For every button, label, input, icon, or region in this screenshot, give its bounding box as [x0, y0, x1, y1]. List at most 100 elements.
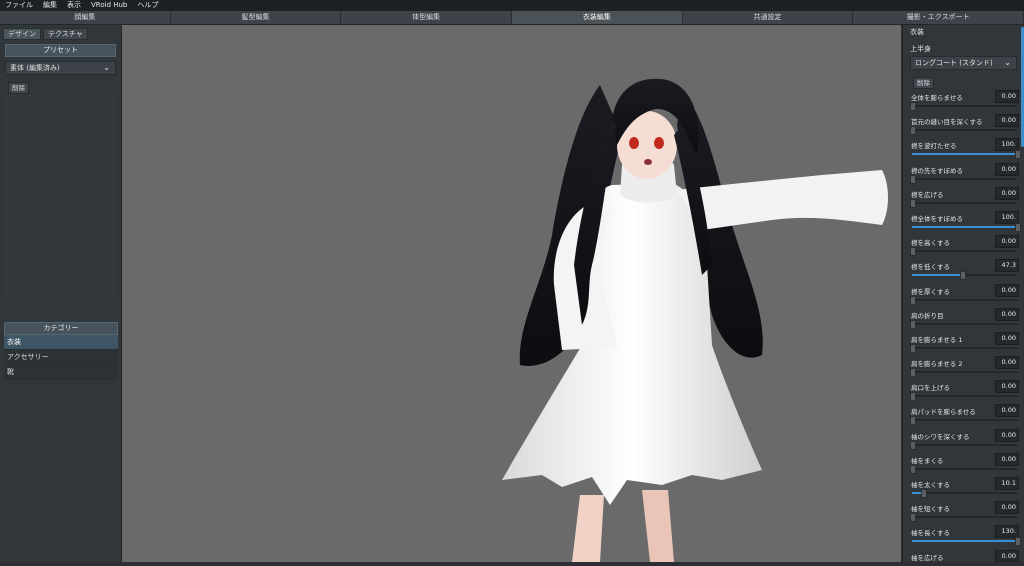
parameter-slider[interactable] [912, 371, 1017, 373]
slider-handle[interactable] [1015, 537, 1021, 546]
tab-outfit-edit[interactable]: 衣装編集 [512, 11, 683, 24]
parameter-slider[interactable] [912, 105, 1017, 107]
parameter-label: 全体を膨らませる [911, 92, 963, 102]
parameter-value-field[interactable]: 0.00 [995, 380, 1019, 393]
parameter-row: 袖を短くする0.00 [903, 500, 1024, 524]
parameter-value-field[interactable]: 0.00 [995, 453, 1019, 466]
parameter-value-field[interactable]: 0.00 [995, 187, 1019, 200]
parameter-value-field[interactable]: 0.00 [995, 332, 1019, 345]
parameter-slider[interactable] [912, 129, 1017, 131]
slider-fill [912, 540, 1017, 542]
left-subtabs: デザイン テクスチャ [0, 25, 121, 40]
tab-common-settings[interactable]: 共通設定 [683, 11, 854, 24]
chevron-down-icon: ⌄ [1004, 57, 1011, 69]
parameter-row: 肩を膨らませる 1 0.00 [903, 331, 1024, 355]
subtab-design[interactable]: デザイン [3, 28, 41, 40]
parameter-value-field[interactable]: 0.00 [995, 356, 1019, 369]
menu-file[interactable]: ファイル [0, 0, 38, 11]
item-dropdown-value: ロングコート (スタンド) [915, 59, 993, 67]
tab-face-edit[interactable]: 顔編集 [0, 11, 171, 24]
parameter-slider[interactable] [912, 226, 1017, 228]
menu-help[interactable]: ヘルプ [132, 0, 163, 11]
parameter-label: 襟を厚くする [911, 286, 950, 296]
slider-handle[interactable] [910, 441, 916, 450]
parameter-slider[interactable] [912, 250, 1017, 252]
parameter-slider[interactable] [912, 323, 1017, 325]
parameter-label: 襟を広げる [911, 189, 944, 199]
slider-handle[interactable] [910, 199, 916, 208]
menu-edit[interactable]: 編集 [38, 0, 62, 11]
tab-body-edit[interactable]: 体型編集 [341, 11, 512, 24]
slider-handle[interactable] [910, 368, 916, 377]
parameter-value-field[interactable]: 0.00 [995, 308, 1019, 321]
slider-handle[interactable] [960, 271, 966, 280]
parameter-label: 襟を高くする [911, 237, 950, 247]
parameter-value-field[interactable]: 0.00 [995, 404, 1019, 417]
parameter-row: 襟を高くする 0.00 [903, 234, 1024, 258]
slider-handle[interactable] [910, 513, 916, 522]
parameter-label: 肩口を上げる [911, 382, 950, 392]
slider-handle[interactable] [1015, 150, 1021, 159]
menu-vroid-hub[interactable]: VRoid Hub [86, 0, 132, 11]
slider-handle[interactable] [910, 126, 916, 135]
parameter-value-field[interactable]: 0.00 [995, 284, 1019, 297]
slider-handle[interactable] [910, 392, 916, 401]
slider-handle[interactable] [910, 296, 916, 305]
parameter-value-field[interactable]: 0.00 [995, 501, 1019, 514]
parameter-slider[interactable] [912, 516, 1017, 518]
slider-fill [912, 226, 1017, 228]
group-label: 上半身 [903, 39, 1024, 54]
slider-handle[interactable] [910, 247, 916, 256]
tab-hair-edit[interactable]: 髪型編集 [171, 11, 342, 24]
parameter-label: 襟の先をすぼめる [911, 165, 963, 175]
item-dropdown[interactable]: ロングコート (スタンド) ⌄ [910, 56, 1017, 70]
parameter-slider[interactable] [912, 395, 1017, 397]
parameter-slider[interactable] [912, 540, 1017, 542]
slider-handle[interactable] [910, 465, 916, 474]
chevron-down-icon: ⌄ [103, 62, 110, 74]
preset-delete-button[interactable]: 削除 [8, 82, 29, 94]
parameter-slider[interactable] [912, 468, 1017, 470]
parameter-label: 肩を膨らませる 2 [911, 358, 963, 368]
parameter-slider[interactable] [912, 274, 1017, 276]
slider-handle[interactable] [910, 416, 916, 425]
menu-view[interactable]: 表示 [62, 0, 86, 11]
category-item-shoes[interactable]: 靴 [4, 365, 118, 380]
category-item-outfit[interactable]: 衣装 [4, 335, 118, 350]
parameter-value-field[interactable]: 0.00 [995, 90, 1019, 103]
parameter-label: 袖をまくる [911, 455, 943, 465]
parameter-value-field[interactable]: 0.00 [995, 114, 1019, 127]
subtab-texture[interactable]: テクスチャ [43, 28, 88, 40]
slider-handle[interactable] [1015, 223, 1021, 232]
parameter-slider[interactable] [912, 153, 1017, 155]
slider-handle[interactable] [921, 489, 927, 498]
parameter-value-field[interactable]: 0.00 [995, 235, 1019, 248]
item-delete-button[interactable]: 削除 [913, 77, 934, 89]
parameter-label: 首元の縫い目を深くする [911, 116, 983, 126]
parameter-slider[interactable] [912, 492, 1017, 494]
parameter-value-field[interactable]: 47.3 [995, 259, 1019, 272]
tab-photo-export[interactable]: 撮影・エクスポート [853, 11, 1024, 24]
parameter-slider[interactable] [912, 419, 1017, 421]
parameter-slider[interactable] [912, 299, 1017, 301]
parameter-value-field[interactable]: 0.00 [995, 550, 1019, 562]
parameter-value-field[interactable]: 10.1 [995, 477, 1019, 490]
parameter-label: 袖を広げる [911, 552, 944, 562]
category-item-accessory[interactable]: アクセサリー [4, 350, 118, 365]
parameter-value-field[interactable]: 0.00 [995, 163, 1019, 176]
preset-dropdown[interactable]: 素体 (編集済み) ⌄ [5, 61, 116, 75]
parameter-slider[interactable] [912, 444, 1017, 446]
slider-handle[interactable] [910, 175, 916, 184]
slider-handle[interactable] [910, 102, 916, 111]
parameter-slider[interactable] [912, 178, 1017, 180]
parameter-label: 肩の折り目 [911, 310, 944, 320]
parameter-slider[interactable] [912, 202, 1017, 204]
parameter-slider[interactable] [912, 347, 1017, 349]
parameter-label: 肩を膨らませる 1 [911, 334, 963, 344]
parameter-label: 肩パッドを膨らませる [911, 406, 976, 416]
parameter-value-field[interactable]: 0.00 [995, 429, 1019, 442]
model-viewport[interactable] [122, 25, 901, 562]
slider-handle[interactable] [910, 320, 916, 329]
menu-bar: ファイル 編集 表示 VRoid Hub ヘルプ [0, 0, 1024, 11]
slider-handle[interactable] [910, 344, 916, 353]
